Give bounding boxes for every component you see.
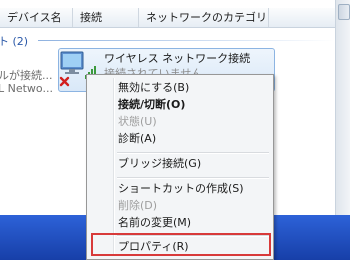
menu-item-delete[interactable]: 削除(D) bbox=[118, 197, 157, 215]
group-header-divider bbox=[38, 40, 335, 41]
menu-icon-gutter bbox=[113, 78, 115, 256]
disconnected-x-icon bbox=[59, 76, 70, 87]
properties-highlight-box bbox=[91, 233, 271, 256]
group-header-label[interactable]: ト (2) bbox=[0, 33, 28, 49]
column-header-connection[interactable]: 接続 bbox=[73, 8, 139, 27]
list-item-partial-status[interactable]: ルが接続... bbox=[0, 67, 53, 83]
menu-item-connect-disconnect[interactable]: 接続/切断(O) bbox=[118, 96, 185, 114]
column-header-row: デバイス名 接続 ネットワークのカテゴリ bbox=[0, 8, 335, 28]
column-header-device-name[interactable]: デバイス名 bbox=[0, 8, 73, 27]
menu-item-status[interactable]: 状態(U) bbox=[118, 113, 157, 131]
menu-item-diagnose[interactable]: 診断(A) bbox=[118, 130, 156, 148]
menu-item-create-shortcut[interactable]: ショートカットの作成(S) bbox=[118, 180, 244, 198]
menu-separator bbox=[117, 152, 269, 154]
menu-item-disable[interactable]: 無効にする(B) bbox=[118, 79, 189, 97]
list-item-partial-name[interactable]: L Netwo... bbox=[0, 82, 53, 95]
wireless-connection-name: ワイヤレス ネットワーク接続 bbox=[104, 52, 251, 65]
column-header-network-category[interactable]: ネットワークのカテゴリ bbox=[139, 8, 269, 27]
menu-item-rename[interactable]: 名前の変更(M) bbox=[118, 214, 191, 232]
menu-item-bridge-connection[interactable]: ブリッジ接続(G) bbox=[118, 155, 201, 173]
vertical-scrollbar[interactable] bbox=[335, 0, 350, 215]
menu-separator bbox=[117, 177, 269, 179]
scrollbar-up-arrow[interactable] bbox=[338, 4, 350, 20]
